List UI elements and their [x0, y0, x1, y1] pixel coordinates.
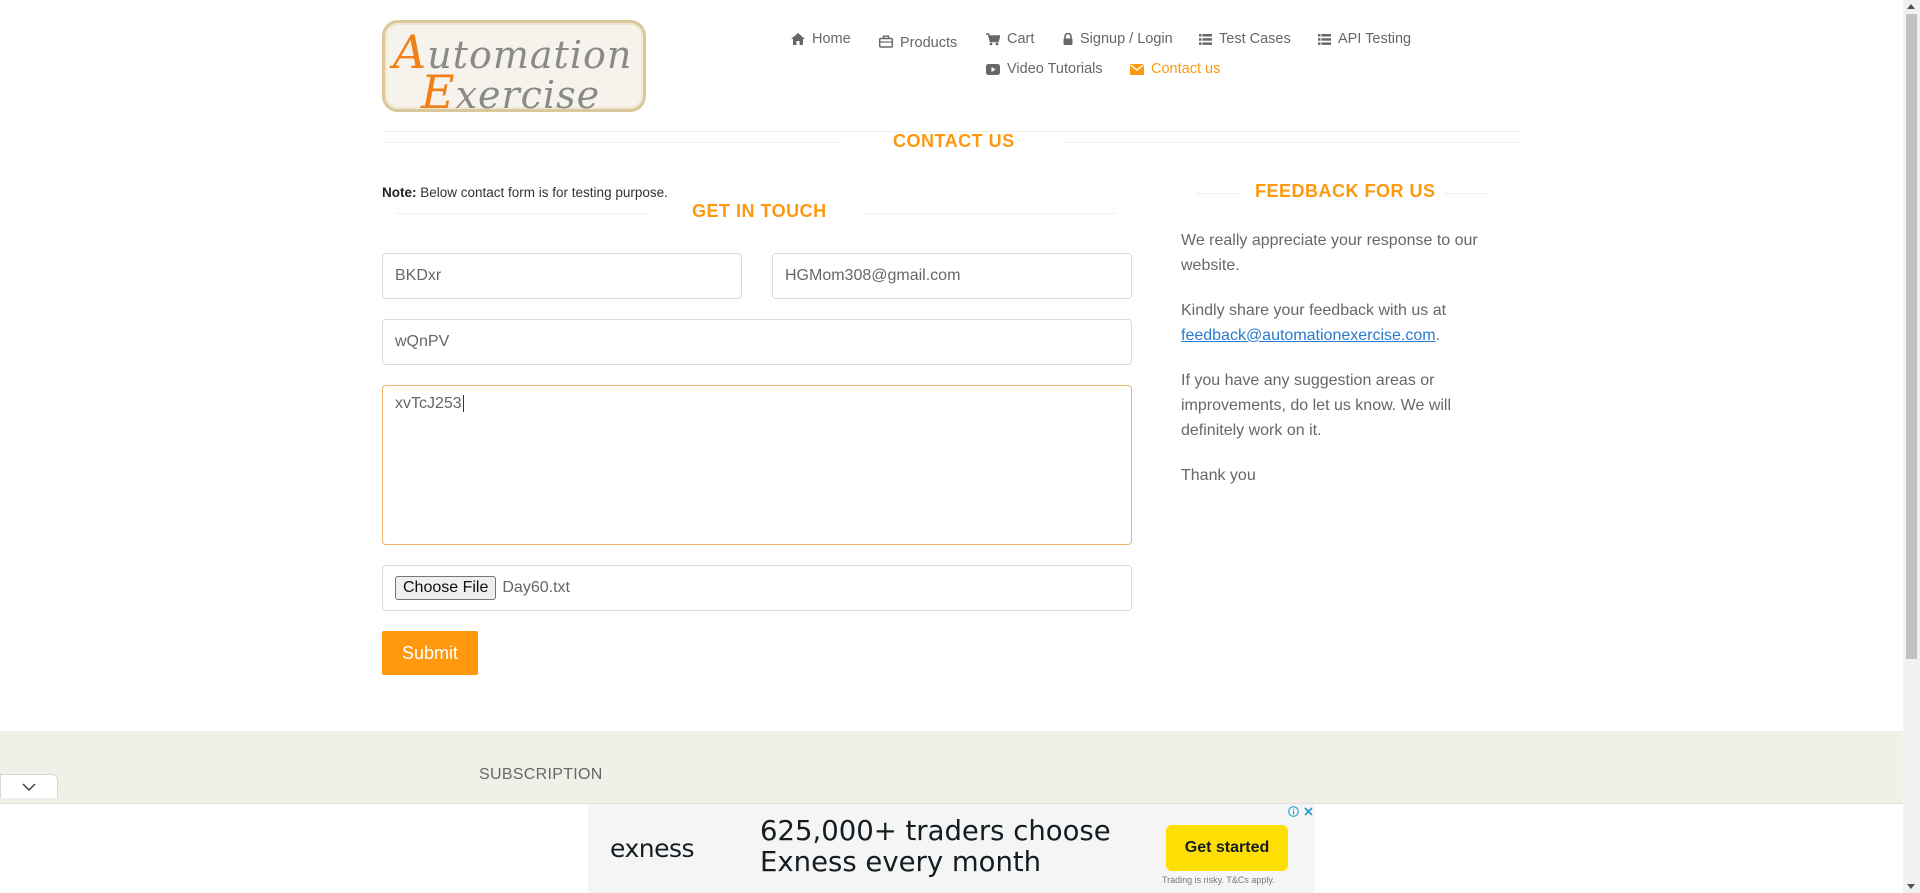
- nav-home[interactable]: Home: [791, 31, 851, 47]
- ad-disclaimer: Trading is risky. T&Cs apply.: [1162, 875, 1275, 885]
- nav-cart-label: Cart: [1007, 31, 1035, 47]
- email-field[interactable]: HGMom308@gmail.com: [772, 253, 1132, 299]
- name-field[interactable]: BKDxr: [382, 253, 742, 299]
- choose-file-button[interactable]: Choose File: [395, 576, 497, 600]
- youtube-icon: [986, 63, 1000, 75]
- envelope-icon: [1130, 63, 1144, 75]
- nav-contact-us-label: Contact us: [1151, 61, 1221, 77]
- nav-api-testing[interactable]: API Testing: [1318, 31, 1411, 47]
- scroll-thumb[interactable]: [1906, 14, 1917, 659]
- nav-cart[interactable]: Cart: [986, 31, 1034, 47]
- text-caret: [462, 395, 464, 412]
- ad-controls: [1288, 806, 1314, 817]
- note-label: Note:: [382, 185, 417, 200]
- cart-icon: [986, 32, 1000, 45]
- get-in-touch-rule-right: [866, 213, 1116, 214]
- site-logo[interactable]: Automation Exercise: [382, 20, 646, 112]
- title-rule-right: [1062, 142, 1522, 143]
- feedback-paragraph-3: If you have any suggestion areas or impr…: [1181, 372, 1452, 439]
- list-icon: [1318, 33, 1331, 45]
- ad-cta-button[interactable]: Get started: [1166, 825, 1288, 871]
- submit-button[interactable]: Submit: [382, 631, 478, 675]
- exness-ad[interactable]: exness 625,000+ traders choose Exness ev…: [588, 804, 1315, 893]
- nav-signup-login[interactable]: Signup / Login: [1063, 31, 1173, 47]
- name-field-value: BKDxr: [395, 267, 442, 284]
- nav-video-tutorials[interactable]: Video Tutorials: [986, 61, 1103, 77]
- form-note: Note: Below contact form is for testing …: [382, 185, 668, 200]
- ad-brand: exness: [610, 834, 695, 863]
- form-title: GET IN TOUCH: [692, 201, 827, 221]
- subscription-title: SUBSCRIPTION: [479, 766, 603, 783]
- info-icon[interactable]: [1288, 806, 1299, 817]
- subject-field[interactable]: wQnPV: [382, 319, 1132, 365]
- title-rule-left: [382, 142, 842, 143]
- subject-field-value: wQnPV: [395, 333, 450, 350]
- page-title: CONTACT US: [893, 131, 1015, 151]
- feedback-paragraph-2: Kindly share your feedback with us at fe…: [1181, 302, 1447, 344]
- scroll-down-arrow[interactable]: [1907, 884, 1915, 889]
- logo-line-2: Exercise: [421, 65, 601, 112]
- nav-home-label: Home: [812, 31, 851, 47]
- feedback-paragraph-1: We really appreciate your response to ou…: [1181, 232, 1478, 274]
- feedback-title: FEEDBACK FOR US: [1255, 181, 1436, 201]
- nav-api-testing-label: API Testing: [1338, 31, 1412, 47]
- page: Automation Exercise Home Products Cart S…: [0, 0, 1920, 893]
- feedback-email-link[interactable]: feedback@automationexercise.com: [1181, 327, 1436, 344]
- nav-test-cases[interactable]: Test Cases: [1199, 31, 1291, 47]
- close-icon[interactable]: [1303, 806, 1314, 817]
- chevron-down-icon: [22, 782, 36, 791]
- feedback-paragraph-4: Thank you: [1181, 467, 1256, 484]
- file-name: Day60.txt: [502, 579, 570, 596]
- vertical-scrollbar[interactable]: [1903, 0, 1920, 893]
- feedback-rule-right: [1444, 193, 1488, 194]
- nav-signup-label: Signup / Login: [1080, 31, 1173, 47]
- feedback-rule-left: [1196, 193, 1240, 194]
- nav-test-cases-label: Test Cases: [1219, 31, 1291, 47]
- lock-icon: [1063, 33, 1073, 45]
- briefcase-icon: [879, 35, 893, 48]
- get-in-touch-rule-left: [396, 213, 646, 214]
- nav-products[interactable]: Products: [879, 31, 957, 51]
- nav-video-tutorials-label: Video Tutorials: [1007, 61, 1103, 77]
- message-field-value: xvTcJ253: [395, 395, 462, 412]
- file-upload-field[interactable]: Choose File Day60.txt: [382, 565, 1132, 611]
- nav-contact-us[interactable]: Contact us: [1130, 61, 1220, 77]
- list-icon: [1199, 33, 1212, 45]
- ad-collapse-toggle[interactable]: [0, 774, 58, 798]
- email-field-value: HGMom308@gmail.com: [785, 267, 961, 284]
- ad-headline: 625,000+ traders choose Exness every mon…: [760, 815, 1111, 878]
- note-text: Below contact form is for testing purpos…: [416, 185, 668, 200]
- message-field[interactable]: xvTcJ253: [382, 385, 1132, 545]
- scroll-up-arrow[interactable]: [1907, 4, 1915, 9]
- home-icon: [791, 33, 805, 45]
- nav-products-label: Products: [900, 35, 958, 51]
